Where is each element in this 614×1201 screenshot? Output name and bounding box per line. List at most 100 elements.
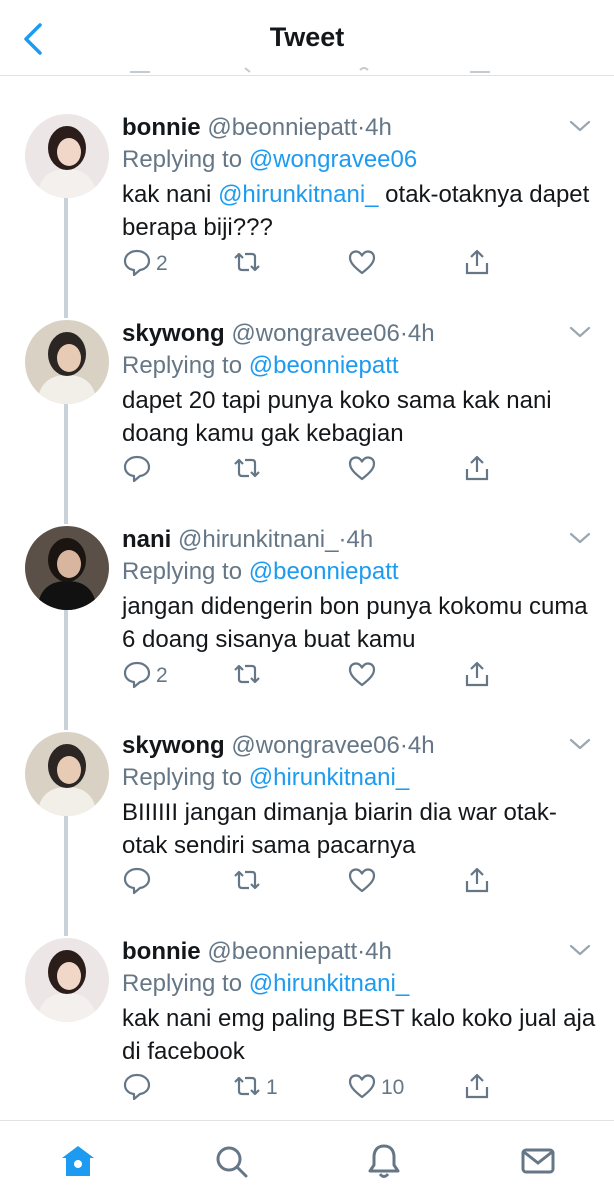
notifications-icon[interactable] — [364, 1141, 404, 1181]
tweet-text-part: jangan didengerin bon punya kokomu cuma … — [122, 593, 588, 653]
replying-to-label: Replying to — [122, 970, 243, 997]
tweet-text: kak nani @hirunkitnani_ otak-otaknya dap… — [122, 178, 602, 244]
replying-to-mention[interactable]: @hirunkitnani_ — [249, 970, 409, 997]
timestamp: 4h — [407, 732, 435, 759]
user-handle[interactable]: @beonniepatt — [207, 114, 357, 141]
share-icon — [462, 453, 492, 488]
replying-to-mention[interactable]: @wongravee06 — [249, 146, 417, 173]
search-icon[interactable] — [211, 1141, 251, 1181]
like-count: 10 — [381, 1076, 405, 1099]
tweet-actions — [122, 866, 602, 898]
replying-to-mention[interactable]: @hirunkitnani_ — [249, 764, 409, 791]
replying-to-mention[interactable]: @beonniepatt — [249, 558, 399, 585]
chevron-down-icon[interactable] — [568, 530, 592, 546]
avatar[interactable] — [25, 732, 109, 816]
reply-button[interactable]: 2 — [122, 248, 168, 280]
retweet-icon — [232, 453, 262, 488]
heart-icon — [347, 453, 377, 488]
display-name[interactable]: bonnie — [122, 114, 201, 141]
reply-button[interactable]: 2 — [122, 660, 168, 692]
like-button[interactable]: 10 — [347, 1072, 404, 1104]
heart-icon — [347, 865, 377, 900]
home-icon[interactable] — [58, 1141, 98, 1181]
comment-icon — [122, 1071, 152, 1106]
like-button[interactable] — [347, 454, 381, 486]
like-button[interactable] — [347, 248, 381, 280]
like-button[interactable] — [347, 660, 381, 692]
share-button[interactable] — [462, 454, 492, 486]
replying-to-mention[interactable]: @beonniepatt — [249, 352, 399, 379]
reply-button[interactable] — [122, 454, 156, 486]
retweet-button[interactable] — [232, 454, 266, 486]
tweet-actions: 2 — [122, 660, 602, 692]
messages-icon[interactable] — [518, 1141, 558, 1181]
tweet-text: jangan didengerin bon punya kokomu cuma … — [122, 590, 602, 656]
share-button[interactable] — [462, 1072, 492, 1104]
chevron-down-icon[interactable] — [568, 324, 592, 340]
chevron-down-icon[interactable] — [568, 942, 592, 958]
retweet-button[interactable] — [232, 248, 266, 280]
display-name[interactable]: nani — [122, 526, 171, 553]
retweet-icon — [232, 1071, 262, 1106]
tweet[interactable]: bonnie @beonniepatt·4h Replying to @hiru… — [0, 930, 614, 1136]
display-name[interactable]: skywong — [122, 320, 225, 347]
heart-icon — [347, 247, 377, 282]
tweet-actions: 2 — [122, 248, 602, 280]
replying-to: Replying to @beonniepatt — [122, 558, 399, 586]
retweet-icon — [232, 247, 262, 282]
retweet-icon — [232, 865, 262, 900]
heart-icon — [347, 1071, 377, 1106]
previous-tweet-actions-peek — [130, 67, 490, 73]
user-handle[interactable]: @beonniepatt — [207, 938, 357, 965]
avatar[interactable] — [25, 320, 109, 404]
timestamp: 4h — [365, 114, 392, 141]
meta-separator: · — [357, 114, 366, 141]
user-handle[interactable]: @hirunkitnani_ — [178, 526, 338, 553]
replying-to-label: Replying to — [122, 146, 243, 173]
replying-to: Replying to @wongravee06 — [122, 146, 417, 174]
share-icon — [462, 1071, 492, 1106]
replying-to: Replying to @hirunkitnani_ — [122, 764, 409, 792]
timestamp: 4h — [407, 320, 435, 347]
display-name[interactable]: bonnie — [122, 938, 201, 965]
tweet[interactable]: skywong @wongravee06·4h Replying to @hir… — [0, 724, 614, 930]
avatar[interactable] — [25, 526, 109, 610]
retweet-button[interactable]: 1 — [232, 1072, 278, 1104]
avatar[interactable] — [25, 938, 109, 1022]
avatar[interactable] — [25, 114, 109, 198]
retweet-button[interactable] — [232, 866, 266, 898]
share-icon — [462, 865, 492, 900]
page-title: Tweet — [269, 22, 345, 52]
share-button[interactable] — [462, 660, 492, 692]
user-handle[interactable]: @wongravee06 — [231, 320, 399, 347]
replying-to-label: Replying to — [122, 558, 243, 585]
replying-to: Replying to @beonniepatt — [122, 352, 399, 380]
retweet-icon — [232, 659, 262, 694]
reply-button[interactable] — [122, 1072, 156, 1104]
tweet-meta: bonnie @beonniepatt·4h — [122, 938, 392, 966]
chevron-down-icon[interactable] — [568, 118, 592, 134]
bottom-tab-bar — [0, 1120, 614, 1201]
share-button[interactable] — [462, 248, 492, 280]
chevron-down-icon[interactable] — [568, 736, 592, 752]
tweet[interactable]: skywong @wongravee06·4h Replying to @beo… — [0, 312, 614, 518]
tweet-text-part: dapet 20 tapi punya koko sama kak nani d… — [122, 387, 552, 447]
share-icon — [462, 247, 492, 282]
tweet-text-part: kak nani — [122, 181, 219, 208]
retweet-button[interactable] — [232, 660, 266, 692]
reply-button[interactable] — [122, 866, 156, 898]
tweet[interactable]: nani @hirunkitnani_·4h Replying to @beon… — [0, 518, 614, 724]
share-button[interactable] — [462, 866, 492, 898]
replying-to-label: Replying to — [122, 352, 243, 379]
tweet-text: dapet 20 tapi punya koko sama kak nani d… — [122, 384, 602, 450]
tweet-meta: skywong @wongravee06·4h — [122, 732, 435, 760]
like-button[interactable] — [347, 866, 381, 898]
tweet-mention[interactable]: @hirunkitnani_ — [218, 181, 378, 208]
display-name[interactable]: skywong — [122, 732, 225, 759]
user-handle[interactable]: @wongravee06 — [231, 732, 399, 759]
replying-to: Replying to @hirunkitnani_ — [122, 970, 409, 998]
tweet[interactable]: bonnie @beonniepatt·4h Replying to @wong… — [0, 106, 614, 312]
tweet-text: BIIIIII jangan dimanja biarin dia war ot… — [122, 796, 602, 862]
replying-to-label: Replying to — [122, 764, 243, 791]
comment-icon — [122, 247, 152, 282]
